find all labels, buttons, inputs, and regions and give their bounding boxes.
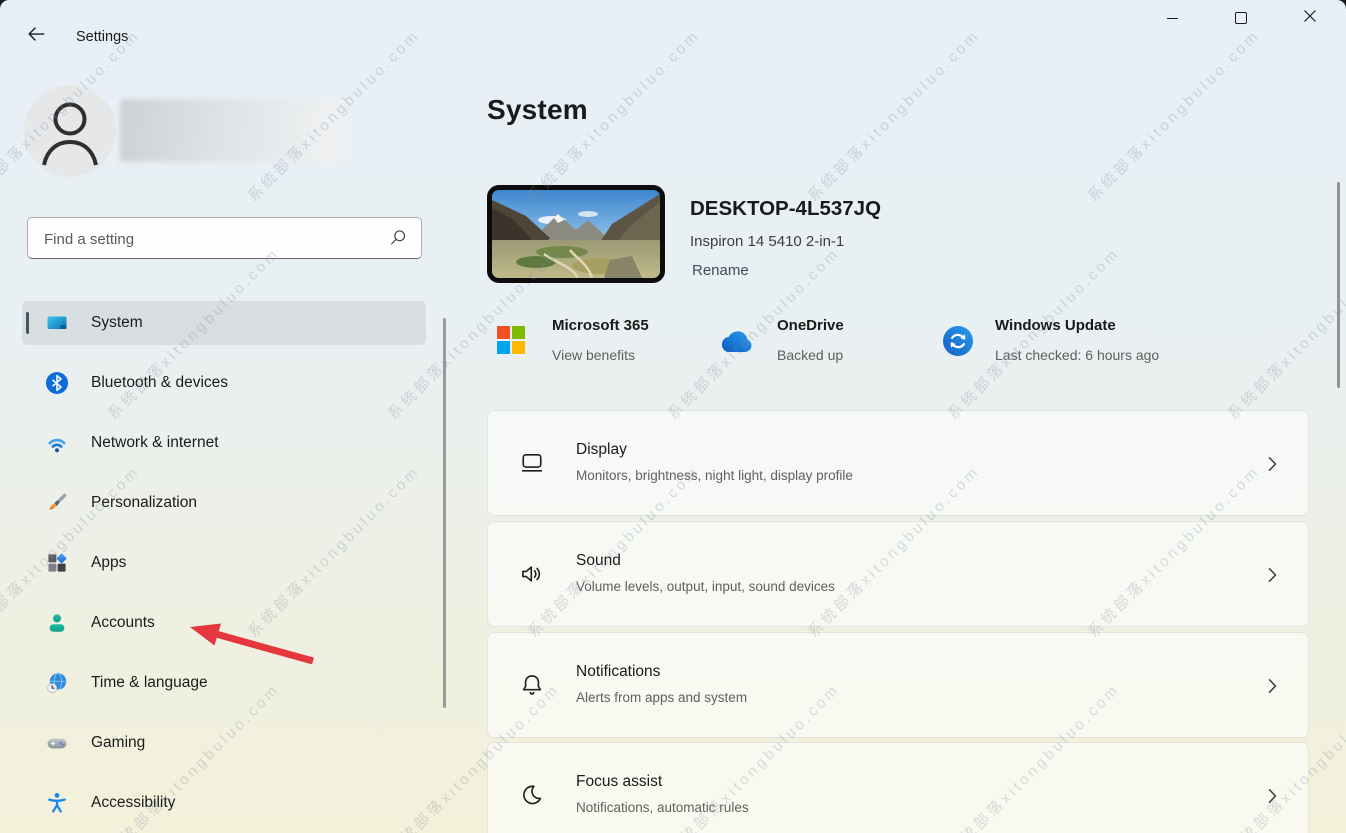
accounts-icon [45,611,69,635]
status-item-microsoft-365[interactable]: Microsoft 365 View benefits [497,315,707,371]
bluetooth-icon [45,371,69,395]
sidebar-item-gaming[interactable]: Gaming [22,721,426,765]
focus-assist-icon [518,781,546,809]
app-title: Settings [76,29,128,45]
sidebar-item-accounts[interactable]: Accounts [22,601,426,645]
search-box [27,217,422,259]
card-title: Focus assist [576,773,662,791]
user-avatar[interactable] [24,85,116,177]
personalization-icon [45,491,69,515]
search-input[interactable] [42,218,376,260]
page-title: System [487,94,588,126]
settings-window: Settings System Bluetoot [0,0,1346,833]
microsoft-365-icon [497,326,525,359]
settings-card-display[interactable]: Display Monitors, brightness, night ligh… [487,410,1309,516]
main-scrollbar[interactable] [1337,182,1340,388]
network-icon [45,431,69,455]
sidebar-item-bluetooth-devices[interactable]: Bluetooth & devices [22,361,426,405]
sound-icon [518,560,546,588]
watermark-text: 系统部落xitongbuluo.com [1223,242,1346,424]
watermark-text: 系统部落xitongbuluo.com [0,242,4,424]
back-arrow-icon [25,23,47,50]
card-subtitle: Notifications, automatic rules [576,800,749,815]
sidebar-item-time-language[interactable]: Time & language [22,661,426,705]
status-title: Microsoft 365 [552,317,649,334]
chevron-right-icon [1262,452,1282,481]
settings-card-focus-assist[interactable]: Focus assist Notifications, automatic ru… [487,742,1309,833]
settings-card-notifications[interactable]: Notifications Alerts from apps and syste… [487,632,1309,738]
user-name-redacted [120,99,346,162]
sidebar-item-label: Apps [91,541,126,585]
sidebar-item-label: Network & internet [91,421,219,465]
apps-icon [45,551,69,575]
close-button[interactable] [1287,0,1333,36]
settings-card-sound[interactable]: Sound Volume levels, output, input, soun… [487,521,1309,627]
card-subtitle: Alerts from apps and system [576,690,747,705]
sidebar-item-label: Personalization [91,481,197,525]
windows-update-icon [943,326,973,361]
status-title: OneDrive [777,317,844,334]
display-icon [518,449,546,477]
status-subtitle: View benefits [552,347,635,363]
card-subtitle: Volume levels, output, input, sound devi… [576,579,835,594]
status-item-onedrive[interactable]: OneDrive Backed up [719,315,919,371]
close-icon [1303,9,1317,28]
device-wallpaper-thumbnail [487,185,665,283]
watermark-text: 系统部落xitongbuluo.com [1083,24,1265,206]
maximize-icon [1235,12,1247,24]
status-subtitle: Last checked: 6 hours ago [995,347,1159,363]
onedrive-icon [719,331,753,358]
sidebar-item-system[interactable]: System [22,301,426,345]
time-language-icon [45,671,69,695]
device-name: DESKTOP-4L537JQ [690,197,881,221]
selected-indicator [26,312,29,334]
sidebar-item-label: System [91,301,143,345]
sidebar-scrollbar[interactable] [443,318,446,708]
chevron-right-icon [1262,784,1282,813]
sidebar-item-accessibility[interactable]: Accessibility [22,781,426,825]
card-title: Sound [576,552,621,570]
minimize-icon [1167,18,1178,19]
sidebar-item-label: Gaming [91,721,145,765]
back-button[interactable] [22,22,50,50]
sidebar-item-apps[interactable]: Apps [22,541,426,585]
rename-link[interactable]: Rename [692,262,749,279]
search-icon[interactable] [387,227,409,254]
card-subtitle: Monitors, brightness, night light, displ… [576,468,853,483]
system-icon [45,311,69,335]
accessibility-icon [45,791,69,815]
sidebar-item-label: Bluetooth & devices [91,361,228,405]
minimize-button[interactable] [1149,0,1195,36]
sidebar-item-label: Accessibility [91,781,175,825]
status-title: Windows Update [995,317,1116,334]
card-title: Notifications [576,663,660,681]
device-model: Inspiron 14 5410 2-in-1 [690,233,844,250]
sidebar-item-label: Time & language [91,661,208,705]
landscape-image [492,190,660,278]
watermark-text: 系统部落xitongbuluo.com [0,678,4,833]
status-subtitle: Backed up [777,347,843,363]
notifications-icon [518,671,546,699]
user-avatar-icon [24,85,116,177]
card-title: Display [576,441,627,459]
chevron-right-icon [1262,674,1282,703]
sidebar-item-personalization[interactable]: Personalization [22,481,426,525]
sidebar-item-label: Accounts [91,601,155,645]
gaming-icon [45,731,69,755]
chevron-right-icon [1262,563,1282,592]
watermark-text: 系统部落xitongbuluo.com [803,24,985,206]
maximize-button[interactable] [1218,0,1264,36]
sidebar-item-network-internet[interactable]: Network & internet [22,421,426,465]
status-item-windows-update[interactable]: Windows Update Last checked: 6 hours ago [943,315,1213,371]
